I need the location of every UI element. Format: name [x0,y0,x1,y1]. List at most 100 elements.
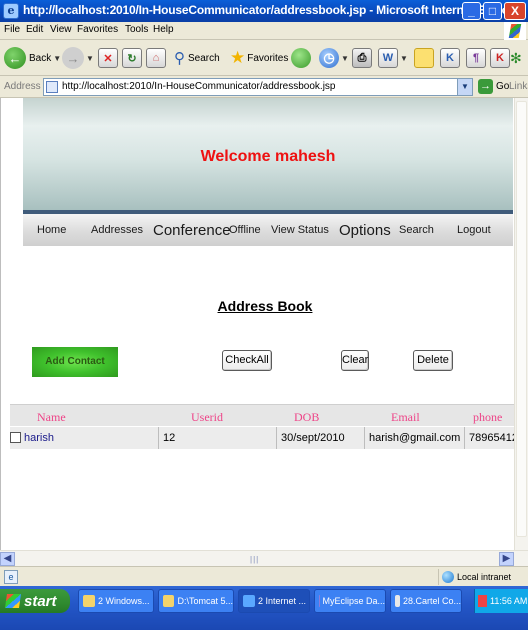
delete-button[interactable]: Delete [413,350,453,371]
row-checkbox[interactable] [10,432,21,443]
taskbar-item-cartel[interactable]: 28.Cartel Co... [390,589,462,613]
task-label: 2 Internet ... [258,596,307,606]
vertical-scrollbar[interactable] [514,98,528,550]
chevron-down-icon: ▼ [53,53,62,63]
nav-home[interactable]: Home [37,224,66,236]
clock: 11:56 AM [490,596,528,606]
menu-favorites[interactable]: Favorites [77,24,118,35]
column-header-email: Email [391,410,420,424]
toolbar: ← Back ▼ → ▼ ✕ ↻ ⌂ ⚲ Search ★ Favorites … [0,40,528,76]
menu-bar: File Edit View Favorites Tools Help [0,22,528,40]
nav-view-status[interactable]: View Status [271,224,329,236]
menu-file[interactable]: File [4,24,20,35]
column-header-userid: Userid [191,410,223,424]
nav-options[interactable]: Options [339,222,391,239]
header-banner: Welcome mahesh [23,98,513,210]
contact-link[interactable]: harish [24,432,54,444]
column-header-phone: phone [473,410,503,424]
print-icon: ⎙ [352,48,372,68]
taskbar-item-internet[interactable]: 2 Internet ... [238,589,310,613]
edit-button[interactable]: W ▼ [378,45,408,71]
favorites-button[interactable]: ★ Favorites [230,45,288,71]
media-button[interactable] [291,45,311,71]
history-button[interactable]: ◷ ▼ [319,45,349,71]
forward-button[interactable]: → ▼ [62,45,94,71]
notes-button[interactable] [414,45,434,71]
nav-logout[interactable]: Logout [457,224,491,236]
nav-addresses[interactable]: Addresses [91,224,143,236]
media-icon [291,48,311,68]
close-button[interactable]: X [504,2,526,20]
messenger-icon: K [440,48,460,68]
folder-icon [163,595,175,607]
globe-icon [442,571,454,583]
k-button[interactable]: K [490,45,510,71]
taskbar: start 2 Windows... D:\Tomcat 5... 2 Inte… [0,586,528,630]
task-label: D:\Tomcat 5... [177,596,233,606]
maximize-button[interactable]: □ [483,2,502,20]
address-input[interactable]: http://localhost:2010/In-HouseCommunicat… [43,78,473,96]
folder-icon [83,595,95,607]
history-icon: ◷ [319,48,339,68]
clear-button[interactable]: Clear [341,350,369,371]
edit-icon: W [378,48,398,68]
k-icon: K [490,48,510,68]
windows-flag-icon [5,594,21,608]
msn-icon: ✻ [510,49,522,66]
menu-view[interactable]: View [50,24,72,35]
refresh-icon: ↻ [122,48,142,68]
scroll-right-icon[interactable]: ▶ [499,552,514,566]
search-label: Search [188,52,220,64]
menu-edit[interactable]: Edit [26,24,43,35]
welcome-message: Welcome mahesh [200,148,336,165]
note-icon [414,48,434,68]
page-status-icon: e [4,570,18,584]
security-zone: Local intranet [438,569,511,585]
check-all-button[interactable]: CheckAll [222,350,272,371]
column-header-name: Name [37,410,66,424]
back-label: Back [29,52,52,64]
nav-search[interactable]: Search [399,224,434,236]
menu-tools[interactable]: Tools [125,24,148,35]
messenger-button[interactable]: K [440,45,460,71]
address-url: http://localhost:2010/In-HouseCommunicat… [62,81,336,92]
horizontal-scrollbar[interactable]: ◀ ||| ▶ [0,550,528,566]
nav-offline[interactable]: Offline [229,224,261,236]
add-contact-button[interactable]: Add Contact [32,347,118,377]
home-button[interactable]: ⌂ [146,45,166,71]
task-label: 28.Cartel Co... [402,596,461,606]
stop-icon: ✕ [98,48,118,68]
links-button[interactable]: Links [509,81,528,92]
forward-arrow-icon: → [62,47,84,69]
taskbar-item-tomcat[interactable]: D:\Tomcat 5... [158,589,234,613]
scroll-left-icon[interactable]: ◀ [0,552,15,566]
task-label: 2 Windows... [98,596,150,606]
table-row: harish 12 30/sept/2010 harish@gmail.com … [10,427,528,449]
back-arrow-icon: ← [4,47,26,69]
refresh-button[interactable]: ↻ [122,45,142,71]
vertical-scroll-thumb[interactable] [516,101,527,537]
taskbar-item-myeclipse[interactable]: MyEclipse Da... [314,589,386,613]
research-button[interactable]: ¶ [466,45,486,71]
start-label: start [24,592,57,610]
back-button[interactable]: ← Back ▼ [4,45,61,71]
taskbar-item-windows[interactable]: 2 Windows... [78,589,154,613]
chevron-down-icon[interactable]: ▼ [457,79,472,95]
msn-button[interactable]: ✻ [510,45,522,71]
print-button[interactable]: ⎙ [352,45,372,71]
menu-help[interactable]: Help [153,24,174,35]
search-button[interactable]: ⚲ Search [174,45,220,71]
minimize-button[interactable]: _ [462,2,481,20]
chevron-down-icon: ▼ [400,53,408,63]
go-button[interactable]: → Go [478,79,509,94]
page-viewport: Welcome mahesh Home Addresses Conference… [0,98,528,550]
stop-button[interactable]: ✕ [98,45,118,71]
status-bar: e Local intranet [0,566,528,586]
start-button[interactable]: start [0,589,70,613]
tray-app-icon[interactable] [478,595,487,607]
chevron-down-icon: ▼ [341,53,349,63]
title-bar: e http://localhost:2010/In-HouseCommunic… [0,0,528,22]
internet-explorer-icon [243,595,255,607]
document-icon [395,595,400,607]
nav-conference[interactable]: Conference [153,222,231,239]
